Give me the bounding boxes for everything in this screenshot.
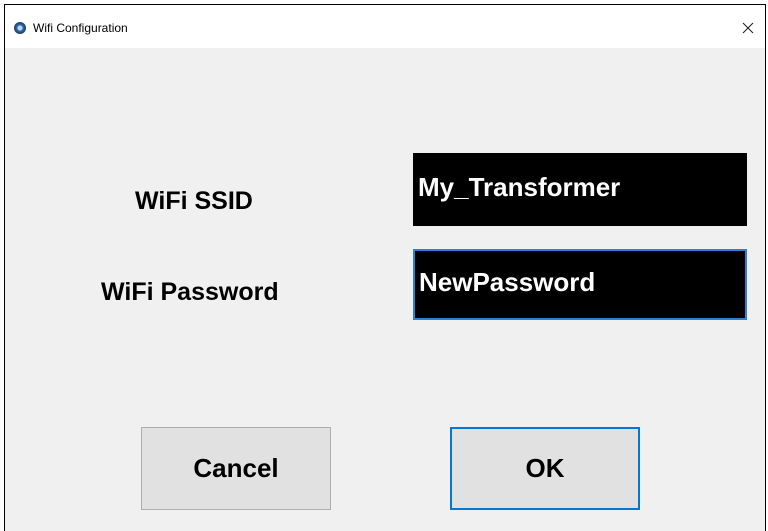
wifi-configuration-dialog: Wifi Configuration WiFi SSID My_Transfor… (4, 4, 766, 531)
password-label: WiFi Password (101, 278, 279, 306)
ssid-label: WiFi SSID (135, 187, 253, 215)
cancel-button[interactable]: Cancel (141, 427, 331, 510)
ssid-input[interactable]: My_Transformer (413, 153, 747, 226)
window-title: Wifi Configuration (33, 21, 128, 35)
app-icon (14, 22, 26, 34)
title-bar: Wifi Configuration (5, 5, 765, 48)
close-icon (742, 22, 754, 34)
close-button[interactable] (731, 11, 765, 45)
ok-button[interactable]: OK (450, 427, 640, 510)
password-input[interactable]: NewPassword (413, 249, 747, 320)
